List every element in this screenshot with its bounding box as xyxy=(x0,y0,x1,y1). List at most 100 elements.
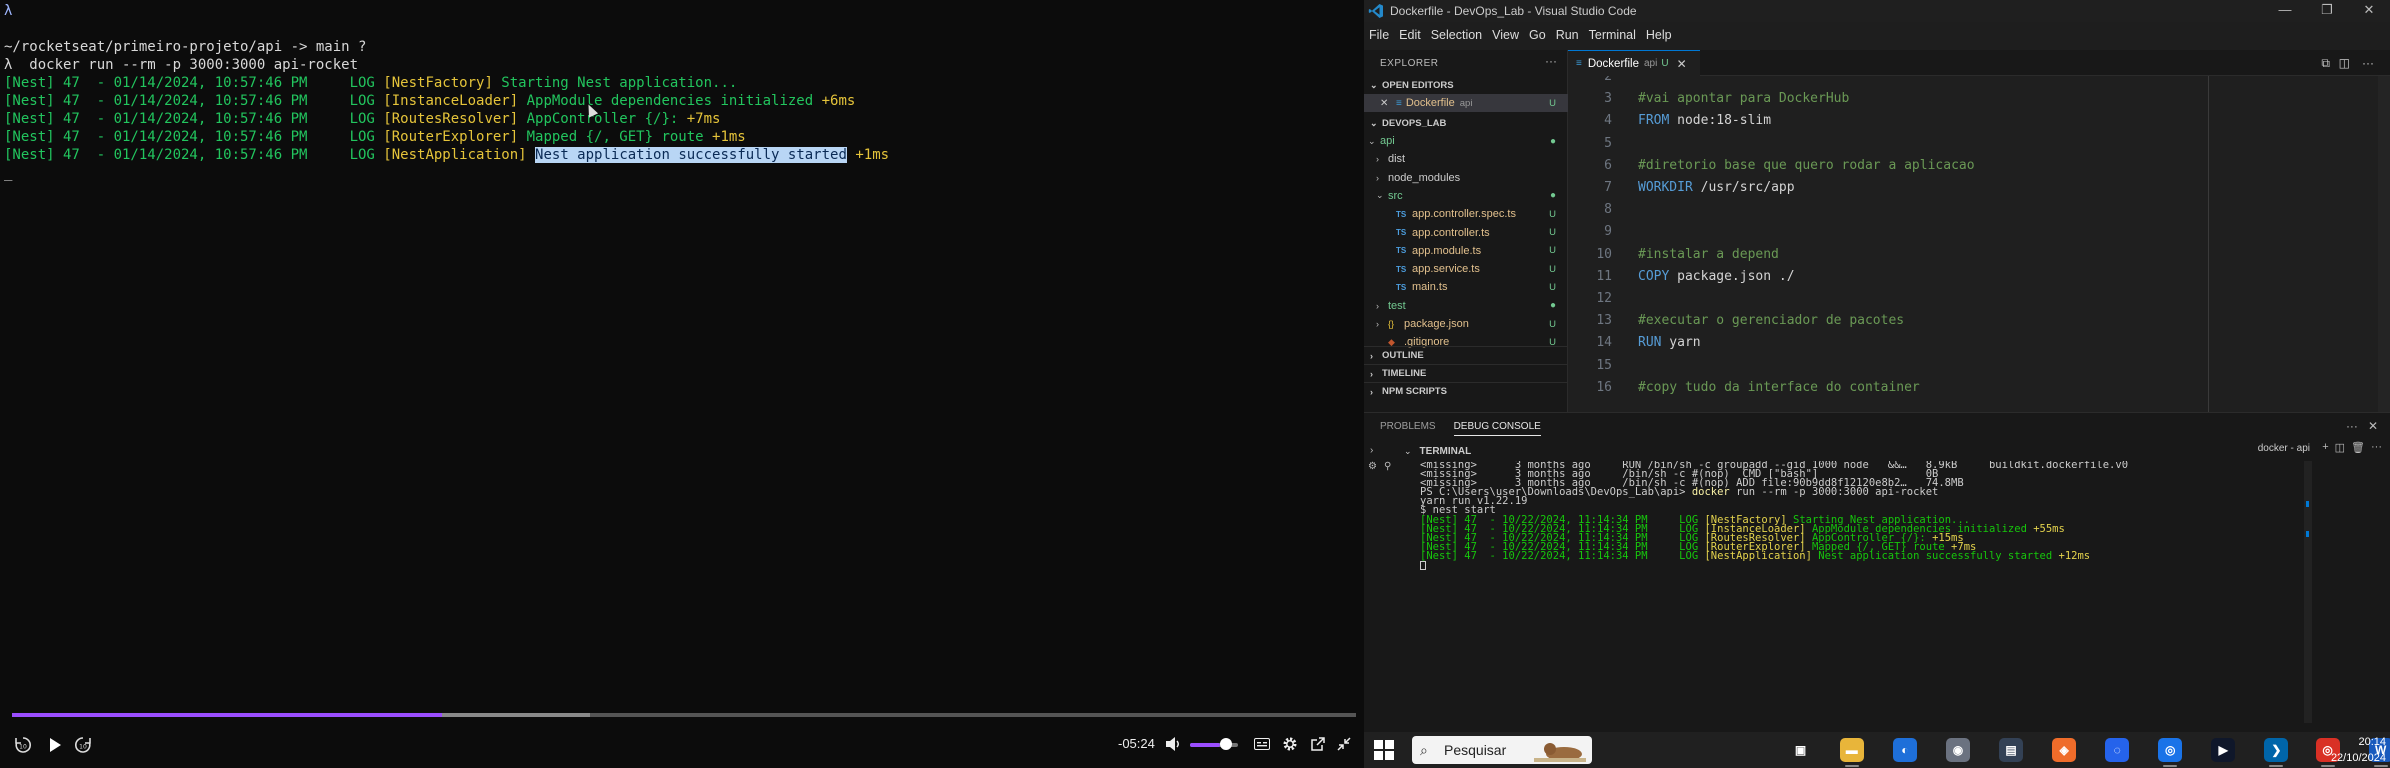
more-actions-icon[interactable]: ··· xyxy=(2371,441,2382,454)
gear-icon[interactable] xyxy=(1280,734,1300,754)
terminal-header[interactable]: ⌄ TERMINAL xyxy=(1404,443,2390,459)
taskbar-app-vscode-icon[interactable]: ❯ xyxy=(2264,738,2289,762)
forward-10-icon[interactable]: 10 xyxy=(72,734,94,756)
close-tab-icon[interactable]: ✕ xyxy=(1677,57,1687,71)
terminal-scrollbar[interactable] xyxy=(2304,461,2312,723)
menu-help[interactable]: Help xyxy=(1641,28,1677,42)
typescript-file-icon: TS xyxy=(1396,228,1407,237)
video-progress-bar[interactable] xyxy=(12,713,1356,717)
workspace-header[interactable]: ⌄ DEVOPS_LAB xyxy=(1364,114,1568,132)
rewind-10-icon[interactable]: 10 xyxy=(12,734,34,756)
taskbar-app-chrome-icon[interactable]: ◎ xyxy=(2158,738,2183,762)
video-terminal-output: λ ~/rocketseat/primeiro-projeto/api -> ma… xyxy=(4,2,889,182)
taskbar-search[interactable]: ⌕ Pesquisar xyxy=(1412,736,1592,764)
open-editor-dockerfile[interactable]: ✕ ≡ Dockerfile api U xyxy=(1364,94,1568,112)
play-icon[interactable] xyxy=(44,734,66,756)
tree-item-dist[interactable]: › dist xyxy=(1364,150,1568,168)
code-line: 10 #instalar a depend xyxy=(1568,244,2390,266)
tree-item-app-controller-ts[interactable]: TS app.controller.ts U xyxy=(1364,224,1568,242)
line-number: 9 xyxy=(1604,224,1612,240)
tree-item-test[interactable]: › test ● xyxy=(1364,297,1568,315)
chevron-right-icon: › xyxy=(1376,319,1379,329)
compare-icon[interactable]: ⧉ xyxy=(2321,56,2330,71)
tab-debug-console[interactable]: DEBUG CONSOLE xyxy=(1453,421,1541,436)
more-actions-icon[interactable]: ··· xyxy=(1545,54,1557,68)
terminal-line: [Nest] 47 - 10/22/2024, 11:14:34 PM LOG … xyxy=(1420,551,2332,562)
menu-go[interactable]: Go xyxy=(1524,28,1551,42)
close-icon[interactable]: ✕ xyxy=(1380,98,1392,109)
tree-item-src[interactable]: ⌄ src ● xyxy=(1364,187,1568,205)
taskbar-app-file-explorer-icon[interactable]: ▬ xyxy=(1839,738,1864,762)
tree-item-app-controller-spec-ts[interactable]: TS app.controller.spec.ts U xyxy=(1364,205,1568,223)
volume-knob[interactable] xyxy=(1220,738,1232,750)
speaker-icon[interactable] xyxy=(1164,734,1184,754)
menu-file[interactable]: File xyxy=(1364,28,1394,42)
progress-played xyxy=(12,713,443,717)
code-editor[interactable]: 2 3 #vai apontar para DockerHub 4 FROM node:… xyxy=(1568,76,2390,412)
terminal-instance-select[interactable]: docker - api xyxy=(2258,443,2310,454)
code-token-comment: #vai apontar para DockerHub xyxy=(1638,91,1850,107)
more-actions-icon[interactable]: ··· xyxy=(2362,56,2374,70)
tab-problems[interactable]: PROBLEMS xyxy=(1380,421,1436,436)
scroll-marker xyxy=(2306,531,2309,537)
taskbar-app-terminal-icon[interactable]: ▶ xyxy=(2211,738,2236,762)
close-window-button[interactable]: ✕ xyxy=(2354,2,2384,20)
exit-fullscreen-icon[interactable] xyxy=(1334,734,1354,754)
log-time: +1ms xyxy=(846,147,890,163)
editor-scrollbar[interactable] xyxy=(2378,76,2390,412)
taskbar-app-app-blue-1-icon[interactable]: ◐ xyxy=(1892,738,1917,762)
taskbar-app-task-view-icon[interactable]: ▣ xyxy=(1788,738,1813,762)
tab-dockerfile[interactable]: ≡ Dockerfile api U ✕ xyxy=(1568,50,1700,76)
line-number: 16 xyxy=(1596,379,1612,395)
log-prefix: [Nest] 47 - 01/14/2024, 10:57:46 PM LOG xyxy=(4,93,384,109)
add-terminal-icon[interactable]: + xyxy=(2322,441,2328,454)
open-external-icon[interactable] xyxy=(1308,734,1328,754)
open-editors-header[interactable]: ⌄ OPEN EDITORS xyxy=(1364,76,1568,94)
menu-run[interactable]: Run xyxy=(1551,28,1584,42)
log-message: Mapped {/, GET} route xyxy=(518,129,704,145)
taskbar-app-app-blue-2-icon[interactable]: ◌ xyxy=(2105,738,2130,762)
tree-item-node-modules[interactable]: › node_modules xyxy=(1364,169,1568,187)
menu-terminal[interactable]: Terminal xyxy=(1584,28,1641,42)
outline-header[interactable]: › OUTLINE xyxy=(1364,346,1568,364)
more-actions-icon[interactable]: ··· xyxy=(2346,419,2358,433)
chevron-right-icon: › xyxy=(1370,368,1373,379)
clock-date: 22/10/2024 xyxy=(2330,752,2386,764)
restore-button[interactable]: ❐ xyxy=(2312,2,2342,20)
tree-item-package-json[interactable]: › {} package.json U xyxy=(1364,315,1568,333)
minimize-button[interactable]: — xyxy=(2270,2,2300,20)
windows-start-icon[interactable] xyxy=(1374,740,1394,760)
debug-icon[interactable]: ⚙ xyxy=(1368,461,1377,472)
log-context: [InstanceLoader] xyxy=(383,93,519,109)
code-token-id: node:18-slim xyxy=(1669,113,1772,129)
captions-icon[interactable] xyxy=(1252,734,1272,754)
tree-item-app-module-ts[interactable]: TS app.module.ts U xyxy=(1364,242,1568,260)
pin-icon[interactable]: ⚲ xyxy=(1384,461,1391,472)
terminal-cursor xyxy=(1420,561,1426,571)
chevron-right-icon[interactable]: › xyxy=(1370,445,1373,456)
code-line: 6 #diretorio base que quero rodar a aplic… xyxy=(1568,155,2390,177)
menu-view[interactable]: View xyxy=(1487,28,1524,42)
timeline-header[interactable]: › TIMELINE xyxy=(1364,364,1568,382)
code-text: #instalar a depend xyxy=(1638,244,1779,266)
trash-icon[interactable]: 🗑 xyxy=(2351,441,2365,454)
system-clock[interactable]: 20:14 22/10/2024 xyxy=(2331,734,2386,766)
section-label: TIMELINE xyxy=(1382,368,1427,379)
split-editor-icon[interactable]: ◫ xyxy=(2339,56,2350,70)
menu-edit[interactable]: Edit xyxy=(1394,28,1426,42)
npm-scripts-header[interactable]: › NPM SCRIPTS xyxy=(1364,382,1568,400)
tree-item-api[interactable]: ⌄ api ● xyxy=(1364,132,1568,150)
taskbar-app-app-gray-icon[interactable]: ◉ xyxy=(1945,738,1970,762)
tree-item-app-service-ts[interactable]: TS app.service.ts U xyxy=(1364,260,1568,278)
taskbar-app-app-dark-icon[interactable]: ▤ xyxy=(1999,738,2023,762)
chevron-down-icon: ⌄ xyxy=(1370,79,1378,90)
menu-selection[interactable]: Selection xyxy=(1426,28,1487,42)
code-line: 11 COPY package.json ./ xyxy=(1568,266,2390,288)
terminal-output[interactable]: <missing> 3 months ago RUN /bin/sh -c gr… xyxy=(1420,461,2332,723)
close-panel-icon[interactable]: ✕ xyxy=(2368,419,2378,433)
tree-item-main-ts[interactable]: TS main.ts U xyxy=(1364,278,1568,296)
video-player[interactable]: λ ~/rocketseat/primeiro-projeto/api -> ma… xyxy=(0,0,1364,768)
taskbar-app-app-postman-icon[interactable]: ◈ xyxy=(2052,738,2077,762)
explorer-sidebar: EXPLORER ··· ⌄ OPEN EDITORS ✕ ≡ Dockerfi… xyxy=(1364,50,1568,412)
split-terminal-icon[interactable]: ◫ xyxy=(2335,441,2345,454)
